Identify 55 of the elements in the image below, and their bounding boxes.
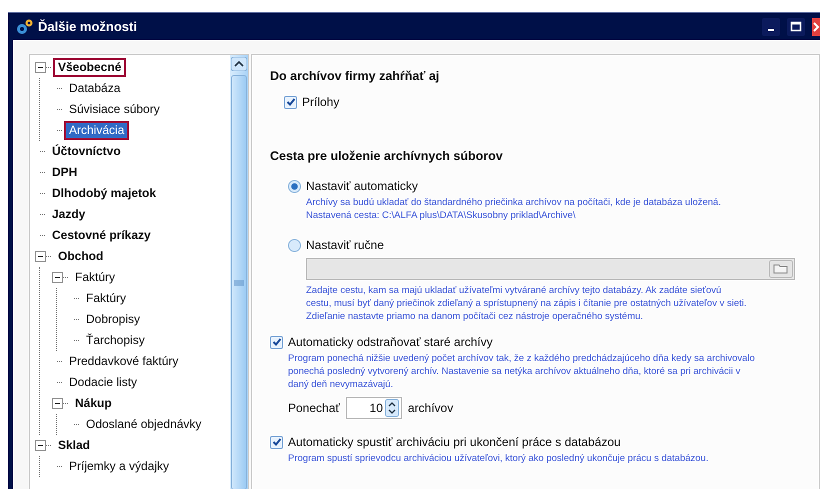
checkbox-label: Automaticky odstraňovať staré archívy — [288, 335, 493, 349]
tree-item[interactable]: Dlhodobý majetok — [47, 184, 162, 203]
tree-item[interactable]: Súvisiace súbory — [64, 100, 165, 119]
radio-button[interactable] — [288, 238, 301, 252]
tree-item[interactable]: Sklad — [53, 436, 96, 455]
collapse-icon[interactable] — [35, 251, 46, 262]
checkbox-label: Prílohy — [302, 95, 340, 109]
collapse-icon[interactable] — [35, 62, 46, 73]
tree-item[interactable]: Všeobecné — [53, 58, 126, 77]
radio-label: Nastaviť automaticky — [306, 179, 418, 193]
tree-item[interactable]: DPH — [47, 163, 82, 182]
maximize-icon[interactable] — [787, 18, 805, 36]
description-text: Program ponechá nižšie uvedený počet archívov tak, že z každého predchádzajúceho dňa kedy sa archivovalo ponechá posledný vytvorený archív. Nastavenie sa netýka archívov aktuálneho dňa, ktoré sa pri archivácii v daný deň nevymazávajú. — [288, 352, 756, 391]
description-text: Zadajte cestu, kam sa majú ukladať užívateľmi vytvárané archívy tejto databázy. Ak zadáte sieťovú cestu, musí byť daný priečinok zdieľaný a sprístupnený na zápis i čítanie pre ostatných užívateľov v sieti. Zdieľanie nastavte priamo na danom počítači cez nástroje operačného systému. — [306, 284, 748, 323]
radio-button[interactable] — [288, 180, 301, 192]
spin-arrows-icon[interactable] — [384, 399, 399, 417]
checkbox[interactable] — [270, 336, 283, 348]
checkbox[interactable] — [270, 436, 283, 448]
tree-item[interactable]: Odoslané objednávky — [81, 415, 206, 434]
count-spinner[interactable]: 10 — [346, 397, 402, 419]
tree-item[interactable]: Účtovníctvo — [47, 142, 126, 161]
tree-item[interactable]: Jazdy — [47, 205, 90, 224]
tree-item[interactable]: Dobropisy — [81, 310, 146, 329]
collapse-icon[interactable] — [52, 272, 63, 283]
folder-icon[interactable] — [769, 260, 793, 278]
tree-item[interactable]: Archivácia — [64, 121, 130, 140]
tree-item[interactable]: Databáza — [64, 79, 126, 98]
checkbox[interactable] — [284, 96, 297, 108]
tree-item[interactable]: Preddavkové faktúry — [64, 352, 184, 371]
tree-item[interactable]: Faktúry — [70, 268, 120, 287]
tree-item[interactable]: Nákup — [70, 394, 117, 413]
description-text: Program spustí sprievodcu archiváciou užívateľovi, ktorý ako posledný ukončuje prácu s databázou. — [288, 452, 710, 465]
radio-label: Nastaviť ručne — [306, 238, 384, 252]
section-heading: Cesta pre uloženie archívnych súborov — [270, 149, 504, 163]
gears-icon — [14, 18, 34, 36]
scroll-up-icon[interactable] — [231, 57, 247, 71]
description-text: Archívy sa budú ukladať do štandardného priečinka archívov na počítači, kde je databáza uložená. Nastavená cesta: C:\ALFA plus\DATA\Skusobny priklad\Archive\ — [306, 196, 722, 222]
tree-item[interactable]: Obchod — [53, 247, 108, 266]
tree-item[interactable]: Cestovné príkazy — [47, 226, 156, 245]
minimize-icon[interactable] — [762, 18, 780, 36]
keep-label: Ponechať — [288, 401, 340, 415]
collapse-icon[interactable] — [35, 440, 46, 451]
tree-item[interactable]: Faktúry — [81, 289, 132, 308]
close-icon[interactable] — [812, 18, 820, 36]
unit-label: archívov — [408, 401, 454, 415]
tree-item[interactable]: Dodacie listy — [64, 373, 142, 392]
checkbox-label: Automaticky spustiť archiváciu pri ukončení práce s databázou — [288, 435, 621, 449]
scroll-thumb[interactable] — [231, 75, 247, 489]
window-title: Ďalšie možnosti — [38, 19, 137, 34]
section-heading: Do archívov firmy zahŕňať aj — [270, 69, 440, 83]
tree-item[interactable]: Ťarchopisy — [81, 331, 150, 350]
collapse-icon[interactable] — [52, 398, 63, 409]
path-field[interactable] — [306, 258, 795, 280]
scrollbar[interactable] — [230, 55, 248, 489]
tree-item[interactable]: Príjemky a výdajky — [64, 457, 174, 476]
